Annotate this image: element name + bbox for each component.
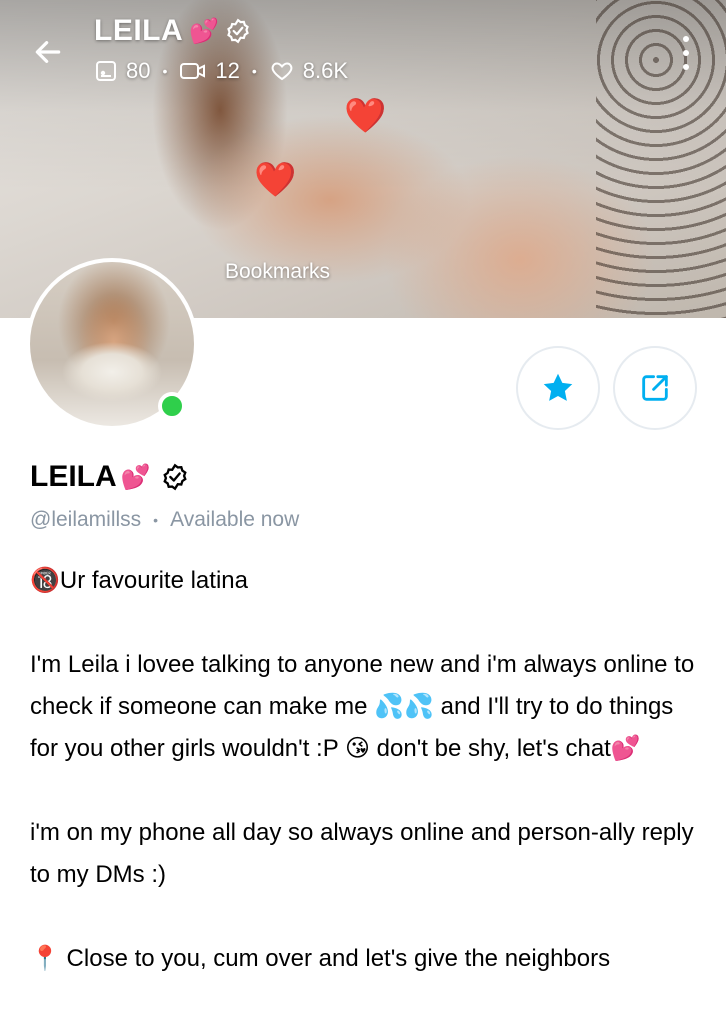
verified-badge-icon (227, 18, 249, 44)
profile-bio: 🔞Ur favourite latina I'm Leila i lovee t… (30, 560, 702, 980)
add-to-favorites-button[interactable] (516, 346, 600, 430)
likes-count: 8.6K (302, 58, 349, 83)
online-status-dot (158, 392, 186, 420)
meta-separator: • (153, 512, 159, 528)
photos-count: 80 (126, 58, 151, 83)
videos-count: 12 (215, 58, 240, 83)
likes-stat: 8.6K (269, 58, 348, 84)
header-stats: 80 • 12 • 8.6K (94, 58, 348, 84)
share-icon (642, 375, 668, 401)
star-icon (543, 373, 573, 401)
bio-paragraph: I'm Leila i lovee talking to anyone new … (30, 651, 695, 762)
bio-line: 🔞Ur favourite latina (30, 567, 248, 594)
heart-sticker-icon: ❤️ (254, 161, 297, 199)
photos-stat: 80 (94, 58, 150, 84)
profile-handle[interactable]: @leilamillss (30, 508, 141, 532)
heart-sticker-icon: ❤️ (344, 97, 387, 135)
header-name-emoji: 💕 (189, 17, 220, 45)
header-name: LEILA (94, 14, 184, 47)
more-vertical-icon (683, 36, 689, 42)
header-info: LEILA 💕 80 • 12 • 8.6K (94, 14, 348, 84)
verified-badge-icon (162, 463, 187, 491)
more-options-button[interactable] (674, 36, 698, 70)
bio-paragraph: 📍 Close to you, cum over and let's give … (30, 945, 611, 972)
back-button[interactable] (26, 30, 70, 74)
cover-decor (596, 0, 726, 318)
bio-paragraph: i'm on my phone all day so always online… (30, 819, 694, 888)
heart-icon (271, 62, 293, 81)
profile-name-emoji: 💕 (120, 463, 151, 491)
video-icon (180, 63, 206, 79)
image-icon (96, 61, 116, 81)
stat-separator: • (162, 63, 168, 79)
bookmarks-label[interactable]: Bookmarks (225, 260, 330, 284)
videos-stat: 12 (179, 58, 240, 84)
profile-name: LEILA (30, 460, 117, 493)
stat-separator: • (251, 63, 257, 79)
profile-meta: @leilamillss • Available now (30, 508, 299, 532)
profile-name-row: LEILA 💕 (30, 460, 189, 494)
availability-status: Available now (170, 508, 300, 531)
arrow-left-icon (35, 41, 61, 63)
share-button[interactable] (613, 346, 697, 430)
